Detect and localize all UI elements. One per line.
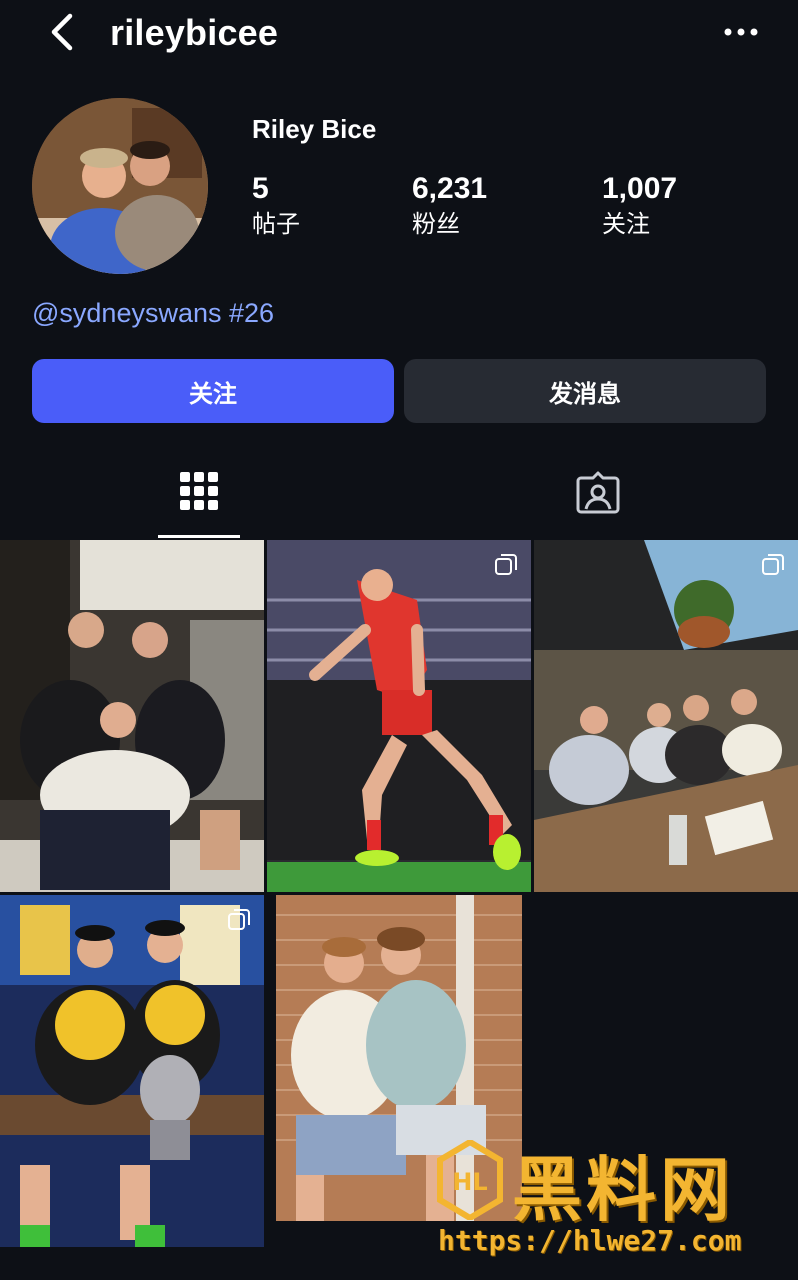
followers-stat[interactable]: 6,231 粉丝 <box>412 172 487 242</box>
display-name: Riley Bice <box>252 114 377 144</box>
followers-label: 粉丝 <box>412 210 460 238</box>
logo-letters: HL <box>452 1168 487 1196</box>
hexagon-logo-icon: HL <box>437 1140 503 1220</box>
followers-count: 6,231 <box>412 172 488 205</box>
following-label: 关注 <box>602 210 650 238</box>
message-button[interactable]: 发消息 <box>404 359 766 423</box>
following-stat[interactable]: 1,007 关注 <box>602 172 677 242</box>
post-image <box>267 540 531 892</box>
multi-post-icon <box>495 554 517 575</box>
tab-posts-grid[interactable] <box>0 460 399 540</box>
post-thumbnail[interactable] <box>534 540 798 892</box>
tab-tagged[interactable] <box>399 460 798 540</box>
tagged-person-icon <box>576 471 620 514</box>
posts-count: 5 <box>252 172 269 205</box>
post-image <box>0 895 264 1247</box>
watermark: HL 黑料网 https://hlwe27.com <box>436 1140 776 1260</box>
active-tab-indicator <box>158 535 240 538</box>
profile-avatar[interactable] <box>32 98 208 274</box>
posts-stat[interactable]: 5 帖子 <box>252 172 300 242</box>
post-image <box>534 540 798 892</box>
top-bar: rileybicee <box>0 0 798 70</box>
back-arrow-icon[interactable] <box>40 10 84 54</box>
watermark-url: https://hlwe27.com <box>438 1224 742 1257</box>
more-options-icon[interactable] <box>716 14 766 50</box>
post-thumbnail[interactable] <box>0 540 264 892</box>
follow-button[interactable]: 关注 <box>32 359 394 423</box>
avatar-photo <box>32 98 208 274</box>
posts-label: 帖子 <box>252 210 300 238</box>
multi-post-icon <box>228 909 250 930</box>
profile-username: rileybicee <box>110 12 279 53</box>
following-count: 1,007 <box>602 172 678 205</box>
profile-tabs <box>0 460 798 540</box>
watermark-brand: 黑料网 <box>512 1149 734 1231</box>
post-thumbnail[interactable] <box>267 540 531 892</box>
grid-icon <box>180 472 218 510</box>
bio-link[interactable]: @sydneyswans #26 <box>32 298 274 329</box>
post-thumbnail[interactable] <box>0 895 264 1247</box>
post-image <box>0 540 264 892</box>
multi-post-icon <box>762 554 784 575</box>
